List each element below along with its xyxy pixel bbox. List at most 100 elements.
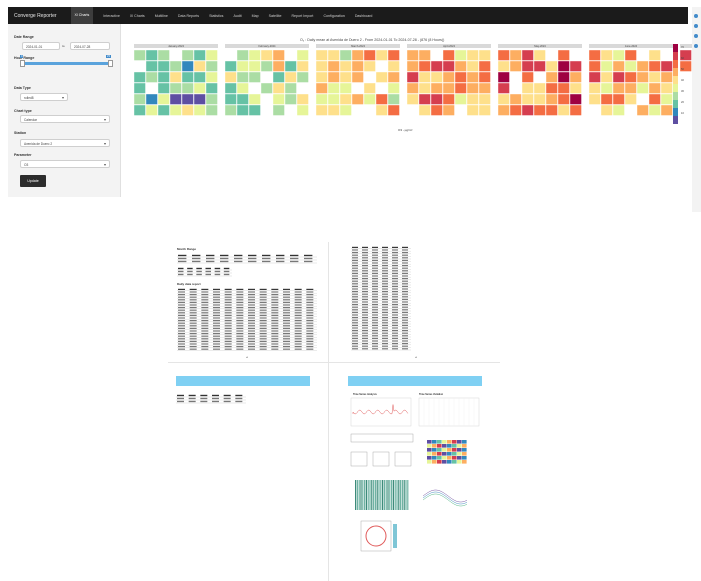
table-cell-text [306,330,314,332]
heatmap-cell [612,82,625,94]
table-cell-text [352,340,358,342]
table-cell-text [201,301,209,303]
table-cell-text [201,325,209,327]
nav-interactive[interactable]: Interactive [103,14,120,18]
table-cell-text [402,265,408,267]
table-cell-text [224,317,232,319]
table-cell-text [224,348,232,350]
table-cell-text [206,254,215,257]
heatmap-cell [272,82,285,94]
table-cell-text [283,343,290,345]
nav-xl-charts-2[interactable]: Xl Charts [130,14,145,18]
parameter-select[interactable]: O3 ▾ [20,160,110,168]
heatmap-cell [387,93,400,105]
heatmap-cell [339,71,352,83]
nav-data-reports[interactable]: Data Reports [178,14,199,18]
nav-configuration[interactable]: Configuration [323,14,344,18]
table-cell-text [271,309,279,311]
table-cell-text [262,260,271,263]
heatmap-cell [351,71,364,83]
table-cell-text [201,338,209,340]
heatmap-cell [442,460,447,464]
table-cell-text [304,257,313,260]
table-cell-text [392,252,398,254]
heatmap-cell [260,60,273,72]
nav-xl-charts[interactable]: Xl Charts [70,7,94,24]
table-cell-text [362,337,368,339]
table-cell-text [392,249,398,251]
station-label: Station [14,131,27,135]
table-cell-text [189,330,197,332]
table-cell-text [392,275,398,277]
update-button[interactable]: Update [20,175,46,187]
table-cell-text [283,348,290,350]
nav-report-import[interactable]: Report Import [291,14,313,18]
top-navbar: Converge Reporter Xl Charts Interactive … [8,7,688,24]
chart-type-select[interactable]: Calendar ▾ [20,115,110,123]
nav-map[interactable]: Map [252,14,259,18]
nav-statistics[interactable]: Statistics [209,14,223,18]
heatmap-cell [133,104,146,116]
heatmap-cell [557,104,570,116]
table-cell-text [402,288,408,290]
table-cell-text [362,309,368,311]
table-cell-text [248,322,255,324]
month-label: February-2024 [258,44,276,48]
table-cell-text [362,291,368,293]
heatmap-cell [181,93,194,105]
heatmap-cell [363,49,376,61]
heatmap-cell [236,93,249,105]
heatmap-cell [442,444,447,448]
table-cell-text [201,333,209,335]
table-cell-text [271,338,279,340]
nav-audit[interactable]: Audit [233,14,241,18]
heatmap-cell [452,456,457,460]
table-cell-text [372,272,378,274]
table-cell-text [362,296,368,298]
hour-slider-track[interactable] [22,62,110,65]
hour-slider-min-handle[interactable] [20,60,25,67]
stripe [367,480,369,510]
table-cell-text [236,330,244,332]
table-cell-text [352,309,358,311]
nav-multiline[interactable]: Multiline [155,14,168,18]
table-cell-text [259,346,267,348]
table-cell-text [372,324,378,326]
date-to-input[interactable]: 2024-07-28 [70,42,110,50]
nav-satellite[interactable]: Satellite [269,14,282,18]
table-cell-text [372,262,378,264]
table-cell-text [201,335,209,337]
nav-dashboard[interactable]: Dashboard [355,14,373,18]
table-cell-text [294,312,302,314]
table-cell-text [294,304,302,306]
heatmap-cell [327,49,340,61]
heatmap-cell [327,71,340,83]
heatmap-cell [509,104,522,116]
table-cell-text [224,301,232,303]
table-cell-text [372,330,378,332]
station-select[interactable]: Avenida de Duero 2 ▾ [20,139,110,147]
table-cell-text [224,333,232,335]
table-cell-text [382,259,388,261]
table-cell-text [201,296,209,298]
heatmap-cell [478,60,491,72]
heatmap-cell [660,60,673,72]
data-type-select[interactable]: rolled8 ▾ [20,93,68,101]
stripe [391,480,393,510]
table-cell-text [382,337,388,339]
heatmap-cell [432,456,437,460]
table-cell-text [372,257,378,259]
table-cell-text [392,283,398,285]
heatmap-cell [442,440,447,444]
table-cell-text [402,278,408,280]
hour-slider-max-handle[interactable] [108,60,113,67]
table-cell-text [248,307,255,309]
table-cell-text [283,340,290,342]
table-cell-text [178,267,184,270]
table-cell-text [392,291,398,293]
table-cell-text [224,340,232,342]
date-from-input[interactable]: 2024-01-01 [22,42,60,50]
table-cell-text [362,335,368,337]
heatmap-cell [145,104,158,116]
table-cell-text [248,314,255,316]
